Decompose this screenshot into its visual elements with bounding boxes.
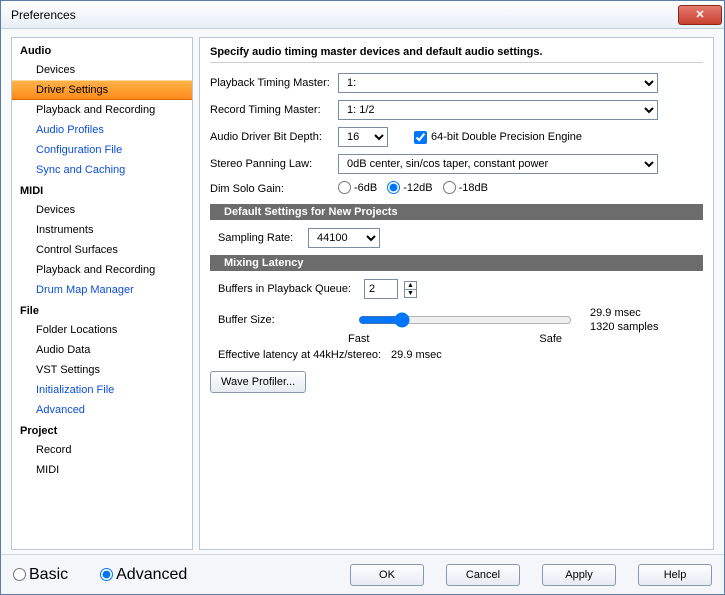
precision-checkbox-wrap[interactable]: 64-bit Double Precision Engine bbox=[414, 131, 582, 144]
buffers-row: Buffers in Playback Queue: ▲▼ bbox=[210, 279, 703, 299]
dim-solo-label: Dim Solo Gain: bbox=[210, 183, 332, 195]
sidebar-item[interactable]: Drum Map Manager bbox=[12, 280, 192, 300]
dim-solo-option[interactable]: -18dB bbox=[443, 181, 488, 194]
sampling-row: Sampling Rate: 44100 bbox=[210, 228, 703, 248]
sidebar-item[interactable]: Devices bbox=[12, 60, 192, 80]
latency-section-header: Mixing Latency bbox=[210, 255, 703, 271]
precision-label: 64-bit Double Precision Engine bbox=[431, 131, 582, 143]
sidebar-item[interactable]: MIDI bbox=[12, 460, 192, 480]
record-master-row: Record Timing Master: 1: 1/2 bbox=[210, 100, 703, 120]
effective-latency-row: Effective latency at 44kHz/stereo: 29.9 … bbox=[210, 349, 703, 361]
sidebar-item[interactable]: Driver Settings bbox=[12, 80, 192, 100]
help-button[interactable]: Help bbox=[638, 564, 712, 586]
precision-checkbox[interactable] bbox=[414, 131, 427, 144]
effective-label: Effective latency at 44kHz/stereo: bbox=[218, 349, 381, 361]
sidebar-item[interactable]: Configuration File bbox=[12, 140, 192, 160]
spinner-icon[interactable]: ▲▼ bbox=[404, 281, 417, 298]
latency-ms: 29.9 msec bbox=[590, 306, 659, 320]
sidebar-item[interactable]: Instruments bbox=[12, 220, 192, 240]
sampling-label: Sampling Rate: bbox=[218, 232, 302, 244]
preferences-window: Preferences ✕ AudioDevicesDriver Setting… bbox=[0, 0, 725, 595]
record-master-select[interactable]: 1: 1/2 bbox=[338, 100, 658, 120]
sidebar-item[interactable]: Devices bbox=[12, 200, 192, 220]
sidebar-item[interactable]: Advanced bbox=[12, 400, 192, 420]
bit-depth-row: Audio Driver Bit Depth: 16 64-bit Double… bbox=[210, 127, 703, 147]
sidebar-item[interactable]: Audio Data bbox=[12, 340, 192, 360]
apply-button[interactable]: Apply bbox=[542, 564, 616, 586]
bit-depth-label: Audio Driver Bit Depth: bbox=[210, 131, 332, 143]
slider-endpoints: Fast Safe bbox=[348, 333, 562, 345]
slider-fast-label: Fast bbox=[348, 333, 369, 345]
advanced-mode-radio[interactable]: Advanced bbox=[100, 566, 187, 584]
buffers-label: Buffers in Playback Queue: bbox=[218, 283, 358, 295]
sidebar-category: Audio bbox=[12, 40, 192, 60]
settings-panel: Specify audio timing master devices and … bbox=[199, 37, 714, 550]
close-button[interactable]: ✕ bbox=[678, 5, 722, 25]
dim-solo-option[interactable]: -12dB bbox=[387, 181, 432, 194]
sidebar-item[interactable]: Folder Locations bbox=[12, 320, 192, 340]
effective-value: 29.9 msec bbox=[391, 349, 442, 361]
panning-label: Stereo Panning Law: bbox=[210, 158, 332, 170]
sidebar-category: Project bbox=[12, 420, 192, 440]
dim-solo-row: Dim Solo Gain: -6dB -12dB -18dB bbox=[210, 181, 703, 197]
playback-master-select[interactable]: 1: bbox=[338, 73, 658, 93]
sidebar-item[interactable]: Control Surfaces bbox=[12, 240, 192, 260]
record-master-label: Record Timing Master: bbox=[210, 104, 332, 116]
panning-row: Stereo Panning Law: 0dB center, sin/cos … bbox=[210, 154, 703, 174]
sidebar-item[interactable]: Audio Profiles bbox=[12, 120, 192, 140]
dim-solo-radios: -6dB -12dB -18dB bbox=[338, 181, 498, 197]
defaults-section-header: Default Settings for New Projects bbox=[210, 204, 703, 220]
body: AudioDevicesDriver SettingsPlayback and … bbox=[1, 29, 724, 554]
buffer-size-label: Buffer Size: bbox=[218, 314, 278, 326]
bit-depth-select[interactable]: 16 bbox=[338, 127, 388, 147]
buffer-size-block: Buffer Size: 29.9 msec 1320 samples Fast… bbox=[210, 306, 703, 345]
sidebar-item[interactable]: VST Settings bbox=[12, 360, 192, 380]
sidebar-category: File bbox=[12, 300, 192, 320]
latency-samples: 1320 samples bbox=[590, 320, 659, 334]
slider-safe-label: Safe bbox=[539, 333, 562, 345]
playback-master-label: Playback Timing Master: bbox=[210, 77, 332, 89]
window-title: Preferences bbox=[11, 8, 678, 22]
cancel-button[interactable]: Cancel bbox=[446, 564, 520, 586]
panning-select[interactable]: 0dB center, sin/cos taper, constant powe… bbox=[338, 154, 658, 174]
ok-button[interactable]: OK bbox=[350, 564, 424, 586]
sidebar-item[interactable]: Initialization File bbox=[12, 380, 192, 400]
sidebar-item[interactable]: Playback and Recording bbox=[12, 100, 192, 120]
sidebar-item[interactable]: Sync and Caching bbox=[12, 160, 192, 180]
wave-profiler-button[interactable]: Wave Profiler... bbox=[210, 371, 306, 393]
latency-readout: 29.9 msec 1320 samples bbox=[590, 306, 659, 335]
sidebar-category: MIDI bbox=[12, 180, 192, 200]
footer: Basic Advanced OK Cancel Apply Help bbox=[1, 554, 724, 594]
playback-master-row: Playback Timing Master: 1: bbox=[210, 73, 703, 93]
panel-heading: Specify audio timing master devices and … bbox=[210, 46, 703, 63]
titlebar: Preferences ✕ bbox=[1, 1, 724, 29]
buffer-size-slider[interactable] bbox=[358, 312, 572, 328]
sidebar-item[interactable]: Record bbox=[12, 440, 192, 460]
category-sidebar[interactable]: AudioDevicesDriver SettingsPlayback and … bbox=[11, 37, 193, 550]
sampling-select[interactable]: 44100 bbox=[308, 228, 380, 248]
dim-solo-option[interactable]: -6dB bbox=[338, 181, 377, 194]
sidebar-item[interactable]: Playback and Recording bbox=[12, 260, 192, 280]
basic-mode-radio[interactable]: Basic bbox=[13, 566, 68, 584]
buffers-input[interactable] bbox=[364, 279, 398, 299]
close-icon: ✕ bbox=[695, 8, 704, 21]
